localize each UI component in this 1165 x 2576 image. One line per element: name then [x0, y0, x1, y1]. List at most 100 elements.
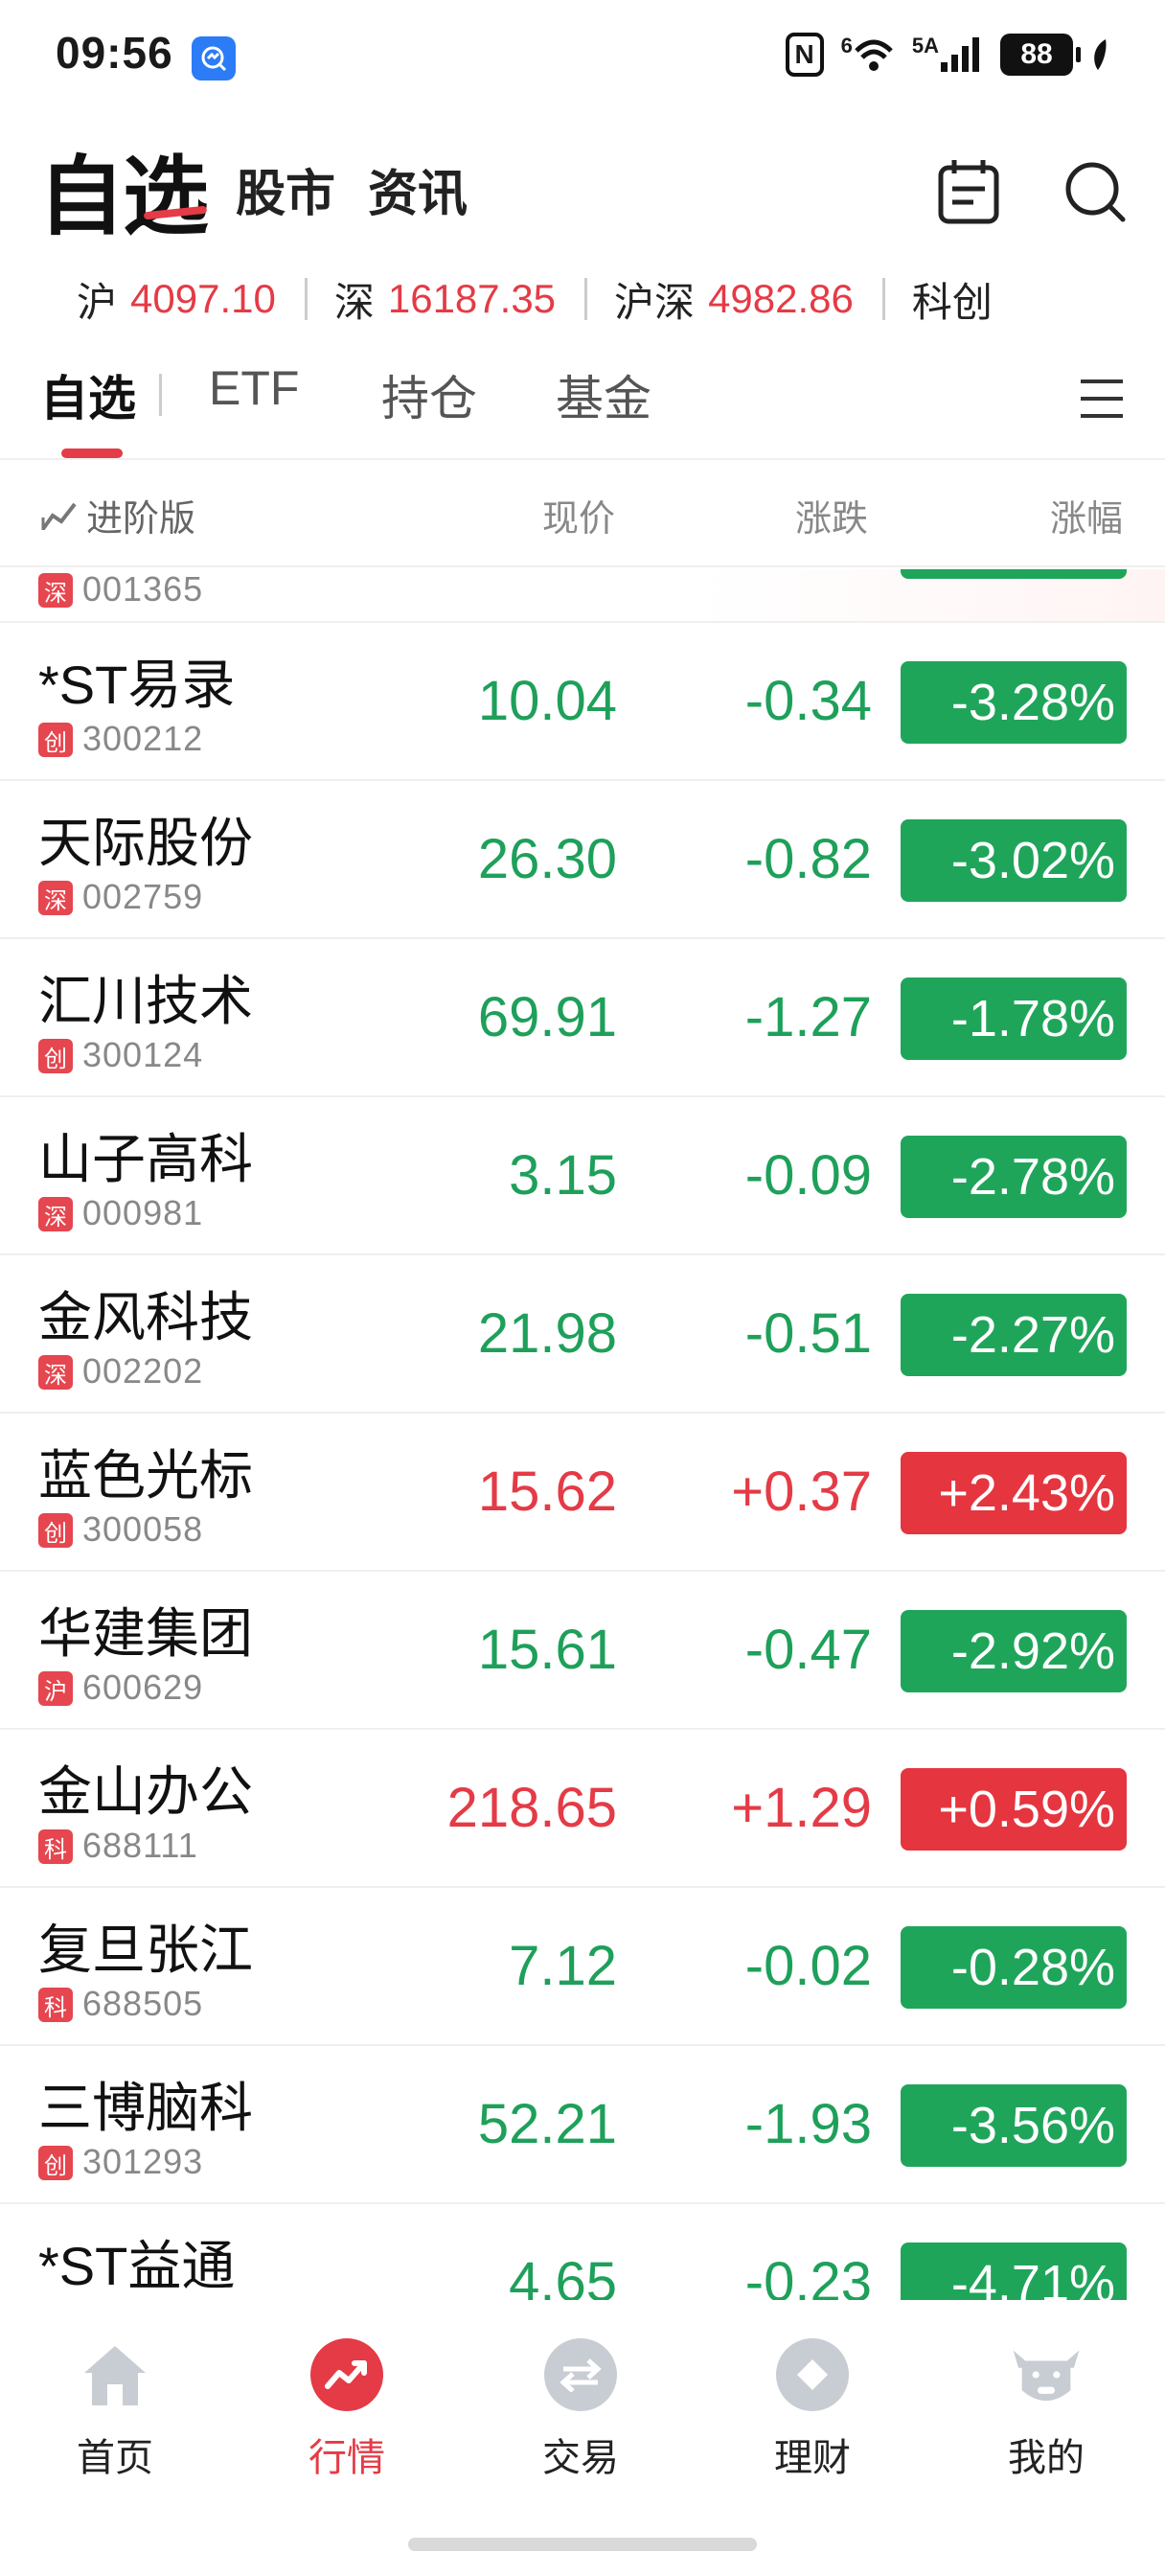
search-icon[interactable]: [1062, 158, 1129, 230]
tab-funds[interactable]: 基金: [556, 360, 651, 429]
ticker-divider: [881, 278, 885, 320]
ticker-divider: [584, 278, 588, 320]
header-tab-news[interactable]: 资讯: [368, 153, 468, 225]
nav-market[interactable]: 行情: [261, 2338, 433, 2482]
nav-trade[interactable]: 交易: [494, 2338, 667, 2482]
table-row[interactable]: 山子高科深 000981 3.15 -0.09 -2.78%: [0, 1097, 1165, 1255]
stock-change: -1.27: [744, 986, 872, 1048]
status-bar: 09:56 N 6 5A 88: [0, 0, 1165, 111]
menu-icon[interactable]: [1077, 374, 1127, 428]
market-badge: 创: [38, 2146, 73, 2180]
change-pct-badge[interactable]: -0.28%: [901, 1926, 1127, 2009]
change-pct-badge[interactable]: -1.78%: [901, 978, 1127, 1060]
stock-change: -0.23: [744, 2251, 872, 2300]
stock-price: 21.98: [477, 1302, 617, 1365]
header-tab-stock-market[interactable]: 股市: [236, 153, 335, 225]
category-tabs: 自选 ETF 持仓 基金: [0, 356, 1165, 458]
nav-home[interactable]: 首页: [29, 2338, 201, 2482]
change-pct-badge[interactable]: -3.02%: [901, 819, 1127, 902]
page-title: 自选: [38, 146, 209, 247]
stock-code: 300058: [82, 1509, 204, 1549]
stock-price: 26.30: [477, 828, 617, 890]
stock-code: 002202: [82, 1351, 204, 1391]
stock-code: 600629: [82, 1668, 204, 1707]
index-ticker[interactable]: 沪 4097.10 深 16187.35 沪深 4982.86 科创: [0, 261, 1165, 337]
table-row[interactable]: 汇川技术创 300124 69.91 -1.27 -1.78%: [0, 939, 1165, 1097]
stock-code: 688111: [82, 1826, 198, 1865]
table-row[interactable]: 华建集团沪 600629 15.61 -0.47 -2.92%: [0, 1572, 1165, 1730]
calendar-icon[interactable]: [935, 158, 1002, 230]
change-pct-badge[interactable]: -3.56%: [901, 2084, 1127, 2167]
market-badge: 创: [38, 723, 73, 757]
stock-code: 300124: [82, 1035, 204, 1074]
nav-wealth[interactable]: 理财: [726, 2338, 899, 2482]
table-row[interactable]: 天际股份深 002759 26.30 -0.82 -3.02%: [0, 781, 1165, 939]
stock-change: -0.09: [744, 1144, 872, 1207]
table-row[interactable]: 三博脑科创 301293 52.21 -1.93 -3.56%: [0, 2046, 1165, 2204]
stock-name: *ST益通: [38, 2236, 236, 2296]
change-pct-badge[interactable]: -2.78%: [901, 1136, 1127, 1218]
ticker-divider: [304, 278, 308, 320]
wifi-icon: 6: [841, 35, 895, 74]
table-row-partial[interactable]: 深 001365: [0, 569, 1165, 623]
stock-change: -0.82: [744, 828, 872, 890]
change-pct-badge: [901, 569, 1127, 579]
stock-change: +0.37: [731, 1460, 872, 1523]
table-row[interactable]: *ST益通 4.65 -0.23 -4.71%: [0, 2204, 1165, 2300]
stock-change: -0.02: [744, 1935, 872, 1997]
trade-exchange-icon: [544, 2338, 617, 2411]
ticker-item-sh[interactable]: 沪 4097.10: [77, 270, 305, 329]
stock-code: 301293: [82, 2142, 204, 2181]
table-row[interactable]: 金山办公科 688111 218.65 +1.29 +0.59%: [0, 1730, 1165, 1888]
stock-price: 7.12: [509, 1935, 617, 1997]
stock-change: -1.93: [744, 2093, 872, 2155]
change-pct-badge[interactable]: -2.27%: [901, 1294, 1127, 1376]
stock-name: 汇川技术: [38, 971, 253, 1031]
market-badge: 深: [38, 1355, 73, 1390]
table-row[interactable]: *ST易录创 300212 10.04 -0.34 -3.28%: [0, 623, 1165, 781]
table-row[interactable]: 蓝色光标创 300058 15.62 +0.37 +2.43%: [0, 1414, 1165, 1572]
market-badge: 科: [38, 1829, 73, 1864]
table-row[interactable]: 复旦张江科 688505 7.12 -0.02 -0.28%: [0, 1888, 1165, 2046]
stock-price: 10.04: [477, 670, 617, 732]
stock-price: 4.65: [509, 2251, 617, 2300]
app-notification-icon: [192, 36, 236, 80]
stock-name: 蓝色光标: [38, 1445, 253, 1506]
column-price[interactable]: 现价: [542, 489, 615, 541]
tab-holdings[interactable]: 持仓: [381, 360, 477, 429]
stock-change: -0.51: [744, 1302, 872, 1365]
tab-watchlist[interactable]: 自选: [40, 360, 136, 429]
stock-change: -0.47: [744, 1619, 872, 1681]
column-change-pct[interactable]: 涨幅: [1050, 489, 1123, 541]
column-header: 进阶版 现价 涨跌 涨幅: [0, 460, 1165, 567]
change-pct-badge[interactable]: +0.59%: [901, 1768, 1127, 1851]
home-indicator[interactable]: [408, 2538, 757, 2551]
stock-change: +1.29: [731, 1777, 872, 1839]
change-pct-badge[interactable]: -3.28%: [901, 661, 1127, 744]
table-row[interactable]: 金风科技深 002202 21.98 -0.51 -2.27%: [0, 1255, 1165, 1414]
ticker-item-hs300[interactable]: 沪深 4982.86: [614, 270, 882, 329]
home-icon: [79, 2338, 151, 2411]
market-badge: 深: [38, 1197, 73, 1231]
wealth-diamond-icon: [776, 2338, 849, 2411]
change-pct-badge[interactable]: -2.92%: [901, 1610, 1127, 1692]
nav-profile[interactable]: 我的: [960, 2338, 1132, 2482]
stock-name: 金山办公: [38, 1761, 253, 1822]
nfc-icon: N: [785, 33, 824, 77]
stock-name: 三博脑科: [38, 2078, 253, 2138]
stock-code: 001365: [82, 569, 204, 609]
stock-name: 天际股份: [38, 813, 253, 873]
stock-price: 218.65: [446, 1777, 617, 1839]
ticker-item-star[interactable]: 科创: [912, 270, 1035, 329]
stock-price: 52.21: [477, 2093, 617, 2155]
advanced-mode-button[interactable]: 进阶版: [40, 489, 195, 541]
change-pct-badge[interactable]: -4.71%: [901, 2242, 1127, 2300]
change-pct-badge[interactable]: +2.43%: [901, 1452, 1127, 1534]
ticker-item-sz[interactable]: 深 16187.35: [334, 270, 584, 329]
tab-etf[interactable]: ETF: [209, 360, 299, 416]
leaf-icon: [1094, 39, 1107, 70]
stock-list[interactable]: 深 001365 *ST易录创 300212 10.04 -0.34 -3.28% 天际股…: [0, 569, 1165, 2300]
market-badge: 深: [38, 881, 73, 915]
stock-name: 复旦张江: [38, 1920, 253, 1980]
column-change[interactable]: 涨跌: [795, 489, 868, 541]
